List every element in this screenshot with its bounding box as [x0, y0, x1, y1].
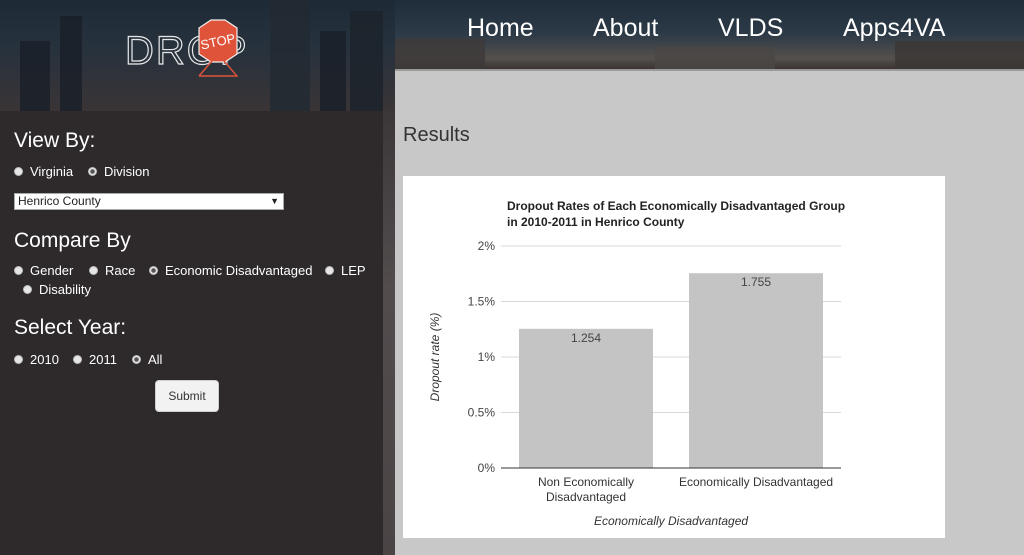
radio-division[interactable]: Division [88, 164, 150, 179]
radio-icon[interactable] [73, 355, 82, 364]
dropdown-arrow-icon: ▼ [270, 196, 279, 206]
submit-button[interactable]: Submit [155, 380, 219, 412]
chart-title-line: in 2010-2011 in Henrico County [507, 215, 685, 229]
y-tick-label: 1% [478, 350, 496, 364]
radio-icon[interactable] [149, 266, 158, 275]
top-nav: Home About VLDS Apps4VA [395, 0, 1024, 69]
radio-race[interactable]: Race [89, 263, 135, 278]
radio-economic-disadvantaged[interactable]: Economic Disadvantaged [149, 263, 312, 278]
radio-icon[interactable] [14, 266, 23, 275]
radio-icon[interactable] [89, 266, 98, 275]
bar [689, 273, 823, 468]
select-year-title: Select Year: [14, 316, 127, 339]
x-axis-title: Economically Disadvantaged [594, 514, 748, 528]
left-panel: DROP STOP View By: Virginia Division Hen… [0, 0, 395, 555]
nav-home[interactable]: Home [467, 14, 534, 43]
radio-icon[interactable] [325, 266, 334, 275]
bar-value-label: 1.254 [571, 331, 601, 345]
y-tick-label: 2% [478, 239, 496, 253]
radio-2011[interactable]: 2011 [73, 352, 117, 367]
radio-icon[interactable] [14, 167, 23, 176]
brand-header: DROP STOP [0, 0, 395, 111]
division-select[interactable]: Henrico County ▼ [14, 193, 284, 210]
side-rail [383, 111, 395, 555]
radio-lep[interactable]: LEP [325, 263, 366, 278]
results-title: Results [403, 124, 470, 146]
radio-icon[interactable] [88, 167, 97, 176]
bottom-strip [395, 540, 1024, 555]
radio-disability[interactable]: Disability [23, 282, 91, 297]
chart-card: Dropout Rates of Each Economically Disad… [403, 176, 945, 538]
nav-about[interactable]: About [593, 14, 658, 43]
y-tick-label: 1.5% [468, 295, 496, 309]
nav-divider [395, 69, 1024, 71]
radio-icon[interactable] [132, 355, 141, 364]
y-tick-label: 0.5% [468, 406, 496, 420]
x-tick-label: Disadvantaged [546, 490, 626, 504]
nav-apps4va[interactable]: Apps4VA [843, 14, 945, 43]
dropstop-logo[interactable]: DROP STOP [125, 14, 260, 82]
y-axis-title: Dropout rate (%) [428, 313, 442, 402]
radio-icon[interactable] [23, 285, 32, 294]
chart-title-line: Dropout Rates of Each Economically Disad… [507, 199, 845, 213]
x-tick-label: Non Economically [538, 475, 634, 489]
radio-icon[interactable] [14, 355, 23, 364]
nav-vlds[interactable]: VLDS [718, 14, 783, 43]
radio-virginia[interactable]: Virginia [14, 164, 73, 179]
y-tick-label: 0% [478, 461, 496, 475]
bar [519, 328, 653, 468]
radio-gender[interactable]: Gender [14, 263, 73, 278]
dropout-bar-chart: Dropout Rates of Each Economically Disad… [428, 199, 845, 528]
x-tick-label: Economically Disadvantaged [679, 475, 833, 489]
radio-2010[interactable]: 2010 [14, 352, 59, 367]
compare-by-title: Compare By [14, 229, 131, 252]
bar-value-label: 1.755 [741, 275, 771, 289]
view-by-title: View By: [14, 129, 96, 152]
radio-all[interactable]: All [132, 352, 162, 367]
